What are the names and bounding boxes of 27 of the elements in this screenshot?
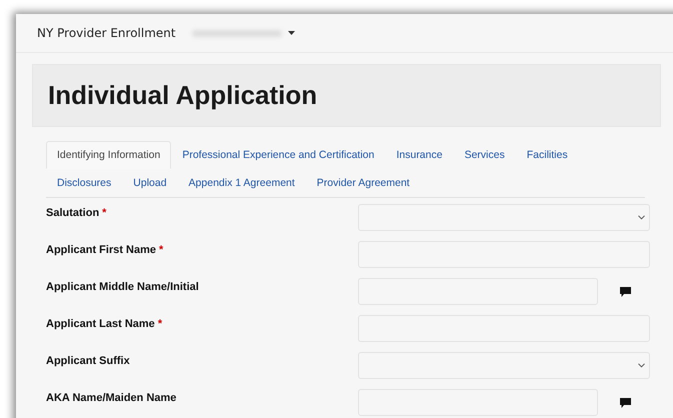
tab[interactable]: Insurance [385, 141, 454, 169]
tab[interactable]: Professional Experience and Certification [171, 141, 386, 169]
comment-icon[interactable] [620, 398, 631, 408]
field-label: Applicant Middle Name/Initial [46, 281, 199, 293]
required-mark: * [102, 207, 106, 219]
field-label: Applicant Suffix [46, 355, 130, 367]
tab[interactable]: Disclosures [46, 169, 122, 197]
brand-title[interactable]: NY Provider Enrollment [37, 26, 176, 40]
field-label: Applicant Last Name [46, 318, 155, 330]
page-title: Individual Application [48, 80, 318, 111]
required-mark: * [159, 244, 164, 256]
field-label: Salutation [46, 207, 100, 219]
chevron-icon [638, 215, 645, 220]
tab[interactable]: Services [453, 141, 516, 169]
caret-icon[interactable] [288, 31, 295, 35]
comment-icon[interactable] [620, 286, 631, 296]
select-field[interactable] [358, 204, 650, 231]
tab[interactable]: Upload [122, 169, 178, 197]
tab[interactable]: Appendix 1 Agreement [178, 169, 306, 197]
chevron-icon [638, 363, 645, 368]
tab[interactable]: Identifying Information [46, 141, 172, 169]
field-label: AKA Name/Maiden Name [46, 392, 176, 404]
required-mark: * [158, 318, 162, 330]
tab[interactable]: Provider Agreement [306, 169, 421, 197]
tab[interactable]: Facilities [516, 141, 579, 169]
field-label: Applicant First Name [46, 244, 156, 256]
select-field[interactable] [358, 352, 650, 379]
